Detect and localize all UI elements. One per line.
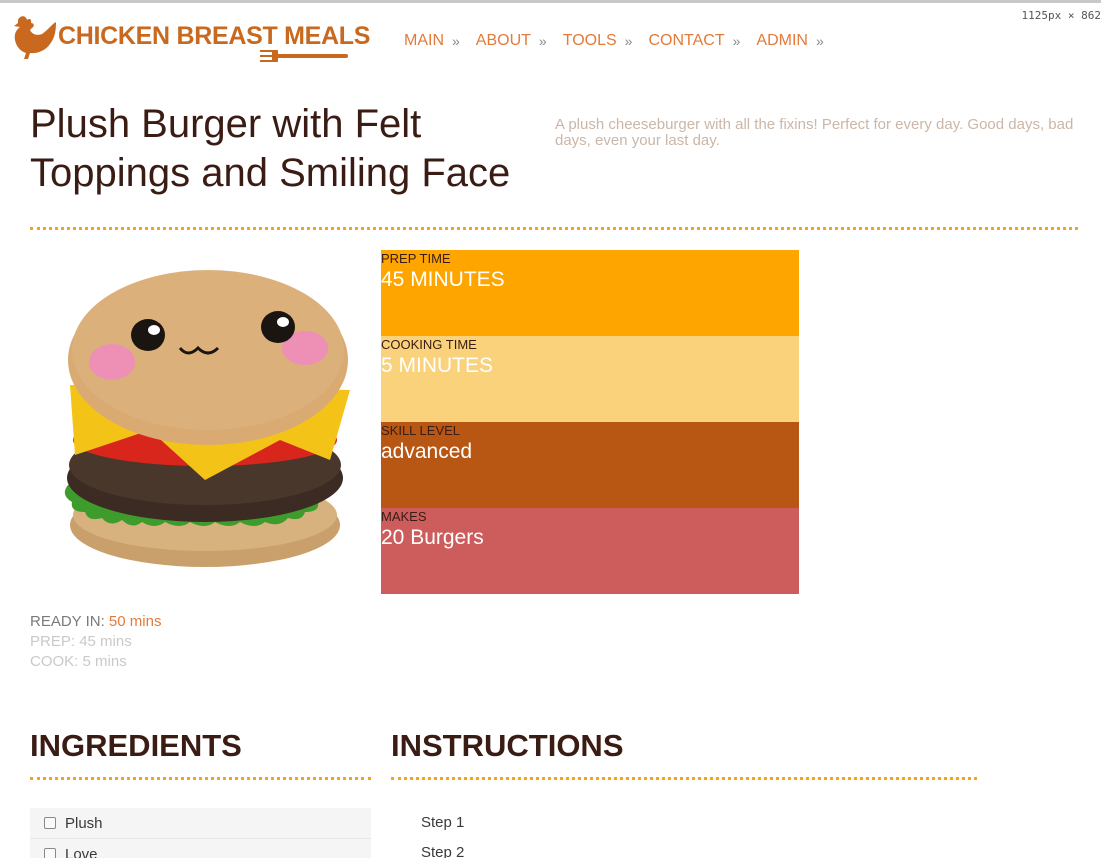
stat-prep-time: PREP TIME 45 MINUTES: [381, 250, 799, 336]
chicken-icon: [14, 16, 56, 59]
stat-value: advanced: [381, 440, 473, 463]
nav-admin[interactable]: ADMIN »: [756, 32, 823, 50]
stat-value: 20 Burgers: [381, 526, 484, 549]
ingredient-checkbox[interactable]: [44, 848, 56, 858]
stat-cooking-time: COOKING TIME 5 MINUTES: [381, 336, 799, 422]
stat-label: COOKING TIME: [381, 337, 477, 352]
ready-value: 50 mins: [108, 613, 162, 630]
recipe-photo: [30, 250, 381, 595]
prep-line: PREP: 45 mins: [30, 632, 161, 652]
dimensions-tag: 1125px × 862: [1021, 9, 1101, 22]
ready-in-line: READY IN: 50 mins: [30, 612, 161, 632]
browser-top-border: [0, 0, 1101, 3]
list-item[interactable]: Love: [30, 839, 371, 858]
ingredients-heading: INGREDIENTS: [30, 728, 242, 763]
stat-skill-level: SKILL LEVEL advanced: [381, 422, 799, 508]
list-item[interactable]: Plush: [30, 808, 371, 839]
instructions-list: Step 1 Step 2: [421, 814, 464, 858]
stat-label: SKILL LEVEL: [381, 423, 461, 438]
nav-label: ABOUT: [475, 32, 531, 49]
nav-about[interactable]: ABOUT »: [476, 32, 547, 50]
plush-burger-image: [64, 270, 350, 567]
nav-label: TOOLS: [562, 32, 617, 49]
nav-tools[interactable]: TOOLS »: [563, 32, 633, 50]
nav-contact[interactable]: CONTACT »: [648, 32, 740, 50]
ingredient-label: Love: [65, 845, 98, 858]
recipe-stats: PREP TIME 45 MINUTES COOKING TIME 5 MINU…: [381, 250, 799, 594]
recipe-description: A plush cheeseburger with all the fixins…: [555, 116, 1074, 149]
ready-info: READY IN: 50 mins PREP: 45 mins COOK: 5 …: [30, 612, 161, 672]
nav-arrow-icon: »: [732, 33, 741, 49]
nav-main[interactable]: MAIN »: [404, 32, 460, 50]
stat-makes: MAKES 20 Burgers: [381, 508, 799, 594]
instruction-step: Step 1: [421, 814, 465, 831]
stat-value: 45 MINUTES: [381, 268, 505, 291]
ingredients-divider: [30, 777, 371, 780]
ingredient-label: Plush: [65, 814, 103, 832]
stat-label: MAKES: [381, 509, 427, 524]
prep-label: PREP:: [30, 633, 76, 650]
logo-text: CHICKEN BREAST MEALS: [58, 22, 371, 50]
nav-arrow-icon: »: [452, 33, 460, 49]
stat-value: 5 MINUTES: [381, 354, 494, 377]
cook-value: 5 mins: [82, 653, 127, 670]
prep-value: 45 mins: [79, 633, 132, 650]
main-nav: MAIN » ABOUT » TOOLS » CONTACT » ADMIN »: [404, 32, 840, 50]
nav-arrow-icon: »: [815, 33, 824, 49]
instruction-step: Step 2: [421, 844, 465, 858]
stat-label: PREP TIME: [381, 251, 451, 266]
recipe-title: Plush Burger with Felt Toppings and Smil…: [30, 102, 511, 195]
instructions-divider: [391, 777, 977, 780]
cook-label: COOK:: [30, 653, 79, 670]
ingredient-checkbox[interactable]: [44, 817, 56, 829]
instructions-heading: INSTRUCTIONS: [391, 728, 624, 763]
ready-label: READY IN:: [30, 613, 105, 630]
nav-arrow-icon: »: [538, 33, 547, 49]
title-divider: [30, 227, 1078, 230]
fork-icon: [260, 50, 348, 62]
nav-label: ADMIN: [756, 32, 808, 49]
nav-label: MAIN: [404, 32, 444, 49]
ingredients-list: Plush Love: [30, 808, 371, 858]
cook-line: COOK: 5 mins: [30, 652, 161, 672]
site-logo[interactable]: CHICKEN BREAST MEALS: [8, 12, 370, 64]
nav-label: CONTACT: [648, 32, 725, 49]
nav-arrow-icon: »: [624, 33, 633, 49]
